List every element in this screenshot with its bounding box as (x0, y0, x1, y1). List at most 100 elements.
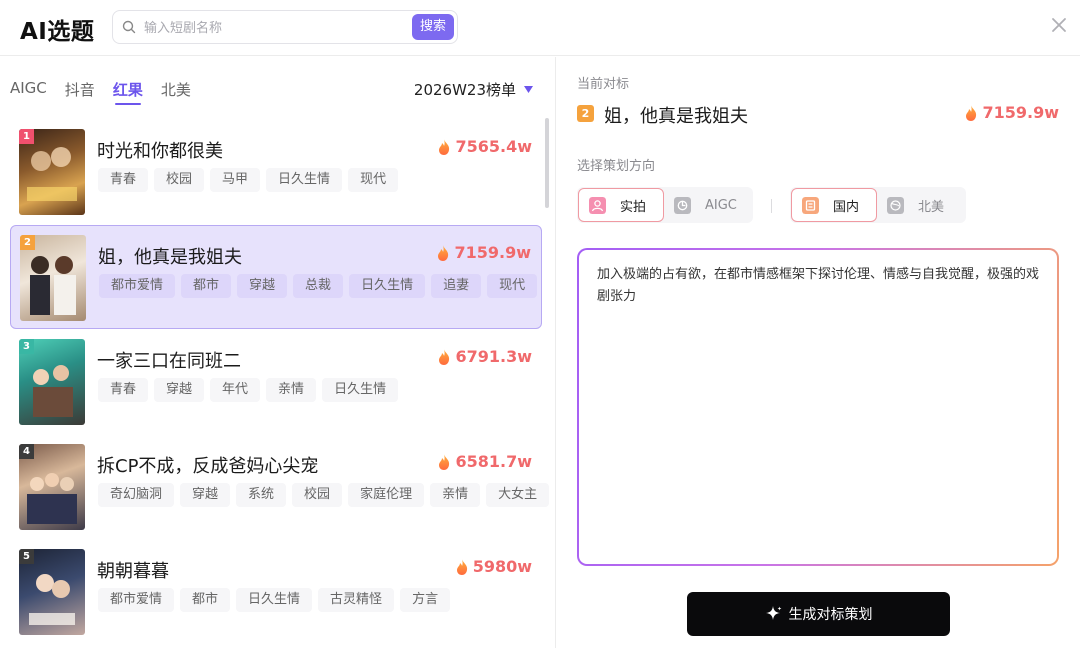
poster-image: 3 (19, 339, 85, 425)
search-icon (122, 20, 136, 34)
heat-score: 7565.4w (436, 137, 532, 156)
style-toggle-group: 实拍 AIGC (577, 187, 753, 223)
flame-icon (439, 348, 450, 365)
rank-badge: 2 (20, 235, 35, 250)
heat-value: 7159.9w (454, 243, 531, 262)
heat-value: 6581.7w (455, 452, 532, 471)
search-button[interactable]: 搜索 (412, 14, 454, 40)
heat-value: 7159.9w (982, 103, 1059, 122)
ranking-panel: AIGC 抖音 红果 北美 2026W23榜单 1 时光和你都很美 7565.4… (0, 57, 556, 648)
tag[interactable]: 现代 (487, 274, 538, 298)
tab-north-america[interactable]: 北美 (161, 79, 191, 101)
drama-title: 姐，他真是我姐夫 (98, 247, 242, 268)
sparkle-icon (765, 606, 781, 620)
prompt-textarea-frame: 加入极端的占有欲，在都市情感框架下探讨伦理、情感与自我觉醒，极强的戏剧张力 (577, 248, 1059, 566)
caret-down-icon (524, 86, 533, 93)
tag[interactable]: 都市 (180, 588, 231, 612)
tag[interactable]: 亲情 (430, 483, 481, 507)
tag-list: 青春 校园 马甲 日久生情 现代 (98, 168, 399, 192)
search-input[interactable] (144, 17, 414, 39)
list-item[interactable]: 3 一家三口在同班二 6791.3w 青春 穿越 年代 亲情 日久生情 (10, 330, 542, 434)
chip-label: 实拍 (620, 199, 647, 215)
tag[interactable]: 日久生情 (266, 168, 343, 192)
tag[interactable]: 都市爱情 (99, 274, 176, 298)
tag[interactable]: 奇幻脑洞 (98, 483, 175, 507)
tag[interactable]: 穿越 (154, 378, 205, 402)
style-option-aigc[interactable]: AIGC (664, 188, 750, 222)
tag[interactable]: 大女主 (486, 483, 550, 507)
tag[interactable]: 追妻 (431, 274, 482, 298)
tab-hongguo[interactable]: 红果 (113, 79, 143, 105)
drama-title: 拆CP不成，反成爸妈心尖宠 (97, 456, 319, 477)
tag[interactable]: 现代 (348, 168, 399, 192)
tab-douyin[interactable]: 抖音 (65, 79, 95, 101)
generate-plan-button[interactable]: 生成对标策划 (687, 592, 950, 636)
list-item[interactable]: 5 朝朝暮暮 5980w 都市爱情 都市 日久生情 古灵精怪 方言 (10, 540, 542, 644)
ai-icon (674, 196, 691, 214)
list-item[interactable]: 1 时光和你都很美 7565.4w 青春 校园 马甲 日久生情 现代 (10, 120, 542, 224)
tag[interactable]: 日久生情 (322, 378, 399, 402)
rank-badge: 3 (19, 339, 34, 354)
tag[interactable]: 亲情 (266, 378, 317, 402)
tag[interactable]: 年代 (210, 378, 261, 402)
tag[interactable]: 校园 (154, 168, 205, 192)
heat-score: 6791.3w (436, 347, 532, 366)
heat-value: 7565.4w (455, 137, 532, 156)
drama-list: 1 时光和你都很美 7565.4w 青春 校园 马甲 日久生情 现代 2 姐，他… (10, 120, 550, 645)
chip-label: 国内 (833, 199, 860, 215)
camera-person-icon (589, 196, 606, 214)
globe-icon (887, 196, 904, 214)
list-item[interactable]: 4 拆CP不成，反成爸妈心尖宠 6581.7w 奇幻脑洞 穿越 系统 校园 家庭… (10, 435, 550, 539)
style-option-live-action[interactable]: 实拍 (578, 188, 664, 222)
tag[interactable]: 日久生情 (349, 274, 426, 298)
close-icon[interactable] (1050, 16, 1068, 34)
list-item-selected[interactable]: 2 姐，他真是我姐夫 7159.9w 都市爱情 都市 穿越 总裁 日久生情 追妻… (10, 225, 542, 329)
region-option-north-america[interactable]: 北美 (877, 188, 963, 222)
target-title: 姐，他真是我姐夫 (604, 106, 748, 127)
tag[interactable]: 都市 (181, 274, 232, 298)
tag[interactable]: 方言 (400, 588, 451, 612)
chip-label: 北美 (918, 199, 945, 215)
search-box[interactable]: 搜索 (112, 10, 458, 44)
flame-icon (966, 104, 977, 121)
list-scrollbar[interactable] (545, 118, 549, 208)
flame-icon (438, 244, 449, 261)
tag[interactable]: 校园 (292, 483, 343, 507)
tag[interactable]: 青春 (98, 378, 149, 402)
poster-image: 4 (19, 444, 85, 530)
tag[interactable]: 古灵精怪 (318, 588, 395, 612)
current-target-label: 当前对标 (577, 77, 630, 92)
poster-image: 2 (20, 235, 86, 321)
flame-icon (439, 138, 450, 155)
tag[interactable]: 马甲 (210, 168, 261, 192)
tag[interactable]: 家庭伦理 (348, 483, 425, 507)
poster-image: 5 (19, 549, 85, 635)
week-ranking-select[interactable]: 2026W23榜单 (414, 79, 533, 100)
heat-value: 6791.3w (455, 347, 532, 366)
heat-score: 6581.7w (436, 452, 532, 471)
tag[interactable]: 青春 (98, 168, 149, 192)
target-heat-score: 7159.9w (963, 103, 1059, 122)
heat-score: 5980w (454, 557, 532, 576)
drama-title: 朝朝暮暮 (97, 561, 169, 582)
target-rank-badge: 2 (577, 105, 594, 122)
flame-icon (456, 558, 467, 575)
tag[interactable]: 日久生情 (236, 588, 313, 612)
tag-list: 奇幻脑洞 穿越 系统 校园 家庭伦理 亲情 大女主 (98, 483, 550, 507)
prompt-textarea[interactable]: 加入极端的占有欲，在都市情感框架下探讨伦理、情感与自我觉醒，极强的戏剧张力 (579, 250, 1057, 564)
tag[interactable]: 总裁 (293, 274, 344, 298)
direction-label: 选择策划方向 (577, 159, 656, 174)
tag[interactable]: 系统 (236, 483, 287, 507)
rank-badge: 1 (19, 129, 34, 144)
header-bar: AI选题 搜索 (0, 0, 1080, 56)
tag[interactable]: 穿越 (237, 274, 288, 298)
tab-aigc[interactable]: AIGC (10, 79, 47, 101)
region-option-domestic[interactable]: 国内 (791, 188, 877, 222)
app-title: AI选题 (20, 19, 95, 45)
tag-list: 都市爱情 都市 穿越 总裁 日久生情 追妻 现代 (99, 274, 538, 298)
tag[interactable]: 都市爱情 (98, 588, 175, 612)
heat-score: 7159.9w (435, 243, 531, 262)
region-toggle-group: 国内 北美 (790, 187, 966, 223)
tag[interactable]: 穿越 (180, 483, 231, 507)
planning-panel: 当前对标 2 姐，他真是我姐夫 7159.9w 选择策划方向 实拍 AIGC 国… (557, 57, 1080, 648)
